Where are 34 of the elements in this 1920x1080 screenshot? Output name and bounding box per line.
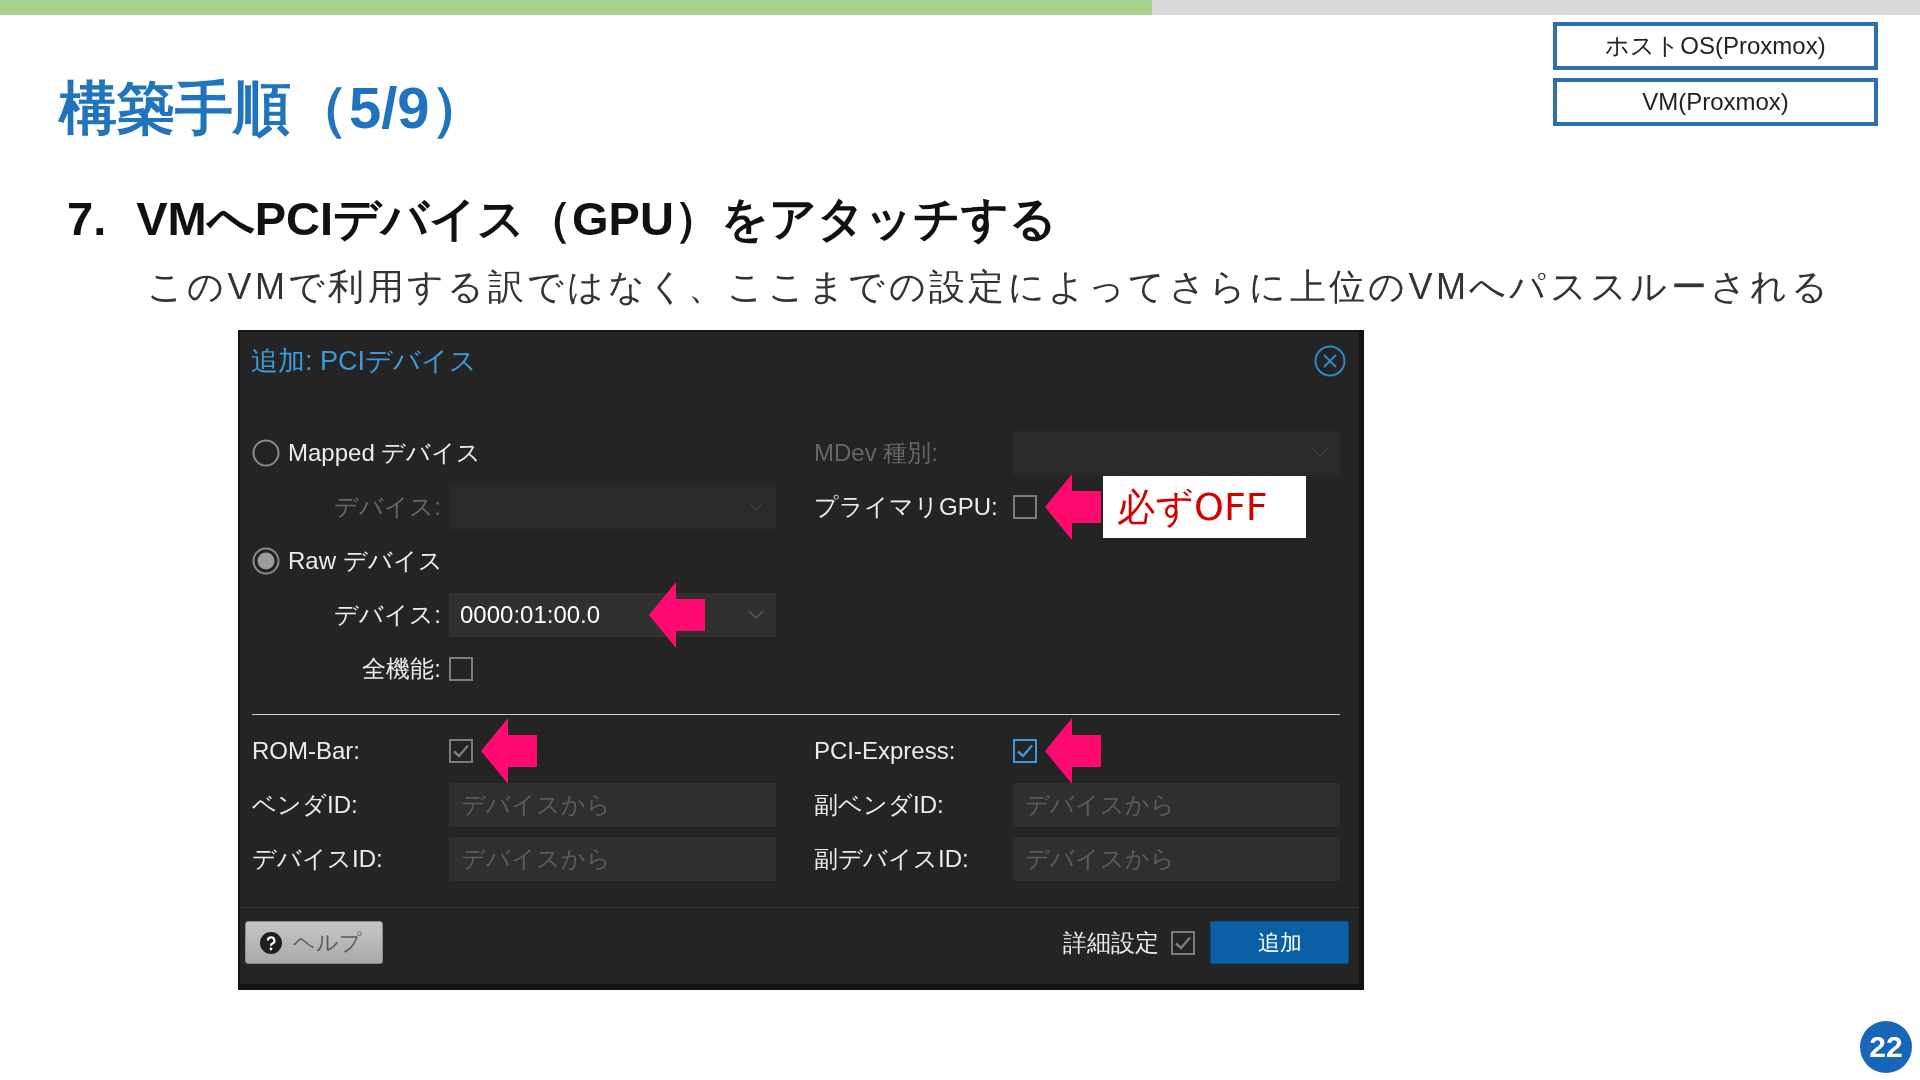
radio-label: Mapped デバイス <box>288 438 482 468</box>
checkbox[interactable] <box>449 657 473 681</box>
field-label: デバイス: <box>334 600 441 630</box>
field-label: ベンダID: <box>252 790 359 820</box>
page-number: 22 <box>1860 1021 1912 1073</box>
checkbox[interactable] <box>1171 930 1195 955</box>
toggle-label: 詳細設定 <box>1063 927 1159 958</box>
field-label: デバイス: <box>334 492 441 522</box>
checkbox[interactable] <box>1013 739 1037 763</box>
field-label: MDev 種別: <box>814 438 939 468</box>
dialog-title: 追加: PCIデバイス <box>251 345 477 378</box>
step-note: このVMで利用する訳ではなく、ここまでの設定によってさらに上位のVMへパススルーされる <box>147 265 1831 309</box>
checkbox[interactable] <box>1013 495 1037 519</box>
help-icon <box>260 931 282 954</box>
checkbox[interactable] <box>449 739 473 763</box>
step-heading: VMへPCIデバイス（GPU）をアタッチする <box>136 191 1057 247</box>
field-label: 副ベンダID: <box>814 790 945 820</box>
field-label: 全機能: <box>362 654 441 684</box>
field-label: PCI-Express: <box>814 737 957 765</box>
callout-label: 必ずOFF <box>1103 476 1306 538</box>
radio-button[interactable] <box>252 547 280 575</box>
environment-tag: VM(Proxmox) <box>1553 78 1878 126</box>
field-label: デバイスID: <box>252 844 384 874</box>
close-icon[interactable] <box>1314 345 1346 377</box>
radio-label: Raw デバイス <box>288 546 443 576</box>
add-button[interactable]: 追加 <box>1210 921 1349 964</box>
field-label: ROM-Bar: <box>252 737 361 765</box>
step-number: 7. <box>67 191 107 247</box>
field-label: 副デバイスID: <box>814 844 970 874</box>
field-label: プライマリGPU: <box>814 492 999 522</box>
help-button[interactable]: ヘルプ <box>245 921 383 964</box>
environment-tag: ホストOS(Proxmox) <box>1553 22 1878 70</box>
slide-title: 構築手順（5/9） <box>59 74 488 142</box>
radio-button[interactable] <box>252 439 280 467</box>
